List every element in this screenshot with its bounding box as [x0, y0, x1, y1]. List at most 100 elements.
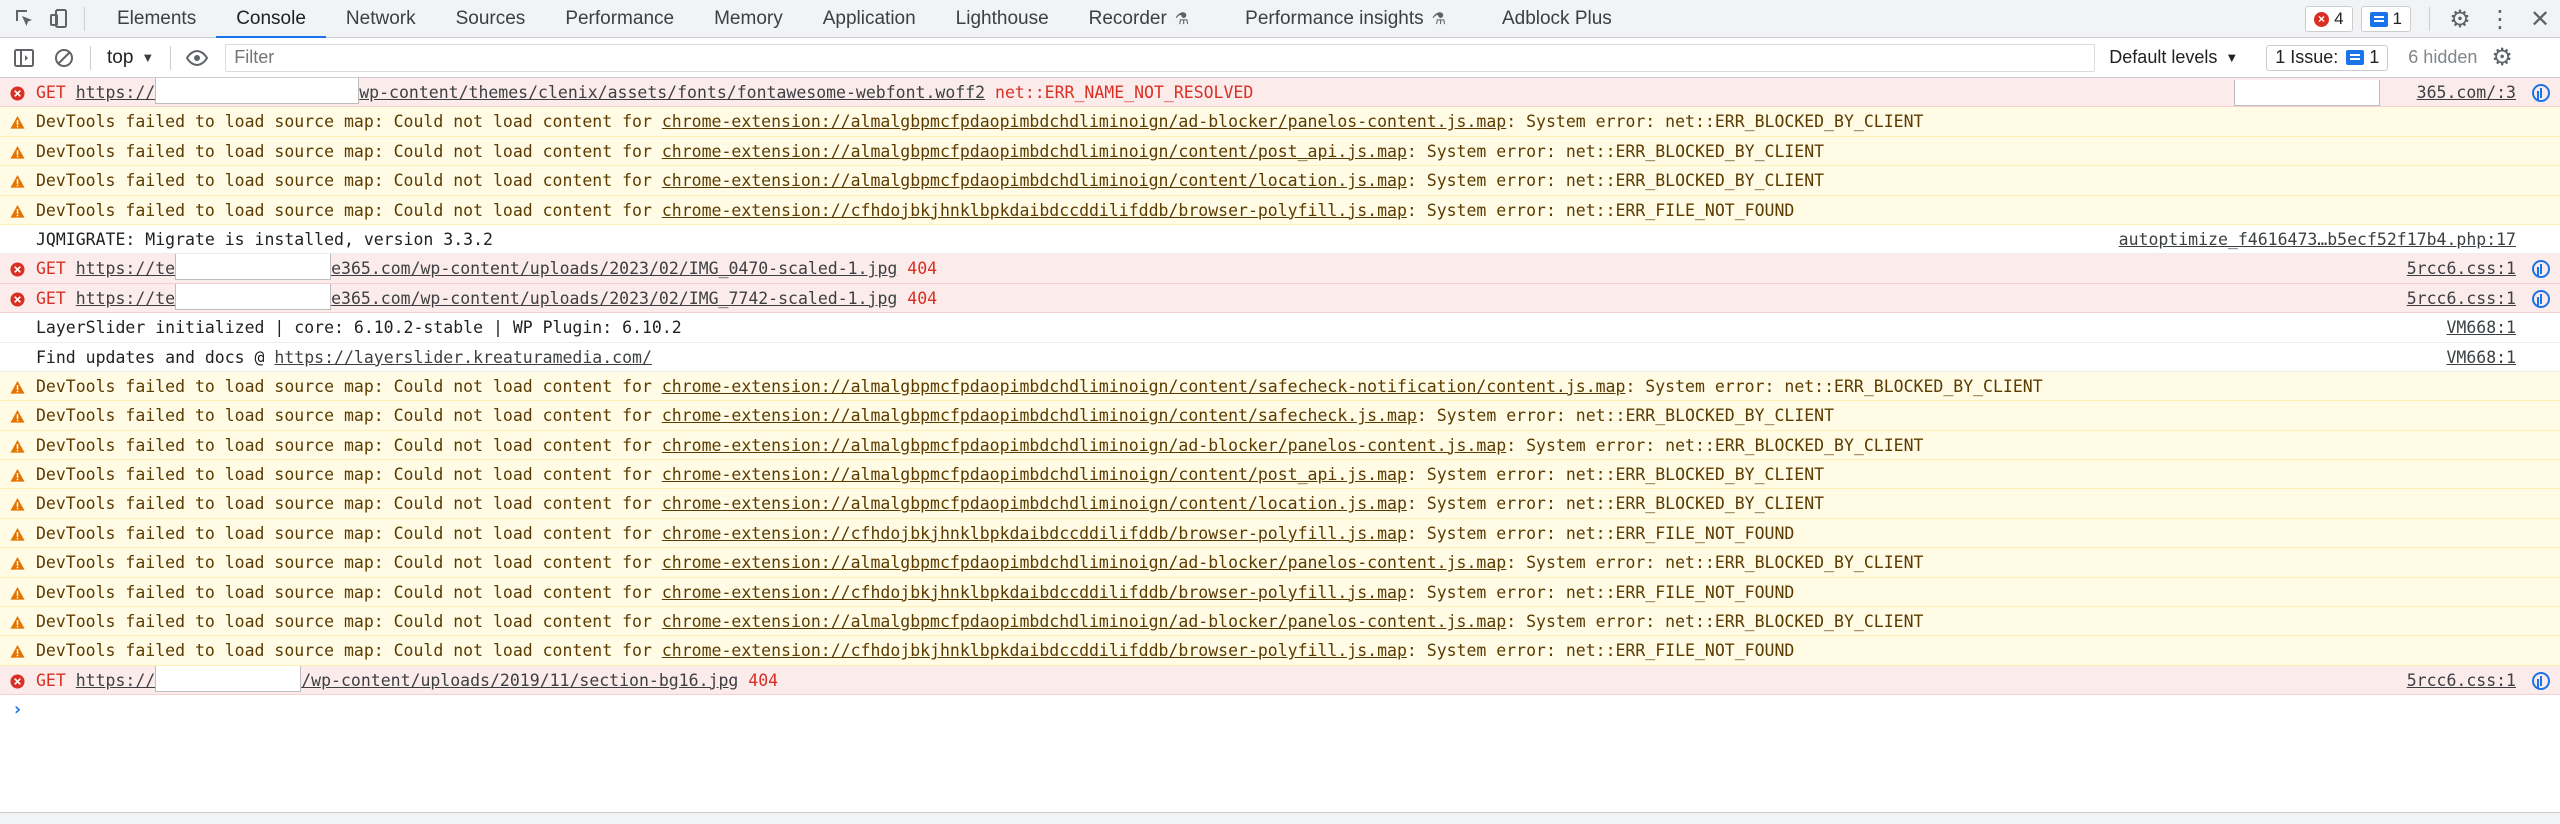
more-options-icon[interactable]: ⋮	[2480, 0, 2520, 38]
message-link[interactable]: chrome-extension://almalgbpmcfpdaopimbdc…	[662, 494, 1407, 513]
tab-sources[interactable]: Sources	[436, 0, 546, 38]
console-message-warning[interactable]: DevTools failed to load source map: Coul…	[0, 548, 2560, 578]
error-count-badge[interactable]: × 4	[2305, 6, 2353, 32]
show-sidebar-icon[interactable]	[4, 38, 44, 78]
message-link[interactable]: chrome-extension://almalgbpmcfpdaopimbdc…	[662, 406, 1417, 425]
inspect-element-icon[interactable]	[8, 2, 42, 36]
source-link[interactable]: 5rcc6.css:1	[2407, 666, 2516, 695]
tab-adblock-plus[interactable]: Adblock Plus	[1466, 0, 1632, 38]
clear-console-icon[interactable]	[44, 38, 84, 78]
console-message-warning[interactable]: DevTools failed to load source map: Coul…	[0, 371, 2560, 402]
console-message-info[interactable]: JQMIGRATE: Migrate is installed, version…	[0, 224, 2560, 255]
close-icon[interactable]: ✕	[2520, 0, 2560, 38]
message-link[interactable]: chrome-extension://almalgbpmcfpdaopimbdc…	[662, 142, 1407, 161]
message-suffix: : System error: net::ERR_BLOCKED_BY_CLIE…	[1406, 494, 1825, 514]
log-levels-dropdown[interactable]: Default levels ▼	[2109, 47, 2238, 68]
message-link[interactable]: chrome-extension://cfhdojbkjhnklbpkdaibd…	[662, 641, 1407, 660]
message-prefix: GET	[36, 670, 76, 690]
issues-button[interactable]: 1 Issue: 1	[2266, 44, 2389, 71]
live-expression-eye-icon[interactable]	[177, 38, 217, 78]
source-link[interactable]: 365.com/:3	[2417, 78, 2516, 107]
warning-icon	[10, 380, 25, 394]
tab-elements[interactable]: Elements	[97, 0, 216, 38]
message-suffix: : System error: net::ERR_BLOCKED_BY_CLIE…	[1506, 435, 1924, 455]
source-link[interactable]: 5rcc6.css:1	[2407, 254, 2516, 283]
message-body: LayerSlider initialized | core: 6.10.2-s…	[36, 318, 682, 338]
tab-console[interactable]: Console	[216, 0, 326, 39]
message-prefix: GET	[36, 259, 76, 279]
message-link[interactable]: chrome-extension://almalgbpmcfpdaopimbdc…	[662, 553, 1506, 572]
message-count-badge[interactable]: 1	[2360, 6, 2411, 32]
tab-network[interactable]: Network	[326, 0, 436, 38]
console-message-info[interactable]: LayerSlider initialized | core: 6.10.2-s…	[0, 313, 2560, 343]
source-link[interactable]: VM668:1	[2446, 313, 2516, 342]
message-link[interactable]: https://layerslider.kreaturamedia.com/	[274, 348, 652, 367]
network-request-icon[interactable]	[2532, 260, 2550, 279]
network-request-icon[interactable]	[2532, 289, 2550, 308]
tab-memory[interactable]: Memory	[694, 0, 803, 38]
message-link[interactable]: chrome-extension://cfhdojbkjhnklbpkdaibd…	[662, 583, 1407, 602]
request-url-end[interactable]: e365.com/wp-content/uploads/2023/02/IMG_…	[331, 289, 897, 308]
tab-performance[interactable]: Performance	[545, 0, 694, 38]
request-url-end[interactable]: e365.com/wp-content/uploads/2023/02/IMG_…	[331, 259, 897, 278]
tab-recorder[interactable]: Recorder ⚗	[1069, 0, 1210, 38]
filter-input[interactable]	[225, 43, 2096, 72]
request-url-end[interactable]: wp-content/themes/clenix/assets/fonts/fo…	[359, 83, 985, 102]
console-message-info[interactable]: Find updates and docs @ https://layersli…	[0, 342, 2560, 372]
network-request-icon[interactable]	[2532, 84, 2550, 102]
network-request-icon[interactable]	[2532, 671, 2550, 690]
message-link[interactable]: chrome-extension://almalgbpmcfpdaopimbdc…	[662, 112, 1506, 131]
redacted-region	[155, 78, 360, 104]
request-url-start[interactable]: https://te	[76, 259, 175, 278]
request-url-start[interactable]: https://te	[76, 289, 175, 308]
console-message-error[interactable]: GET https:// /wp-content/uploads/2019/11/…	[0, 665, 2560, 696]
source-link[interactable]: VM668:1	[2446, 343, 2516, 372]
request-url-end[interactable]: /wp-content/uploads/2019/11/section-bg16…	[301, 671, 738, 690]
console-prompt[interactable]: ›	[0, 695, 2560, 725]
settings-gear-icon[interactable]: ⚙	[2440, 0, 2480, 38]
console-message-error[interactable]: GET https:// wp-content/themes/clenix/ass…	[0, 78, 2560, 108]
console-message-warning[interactable]: DevTools failed to load source map: Coul…	[0, 166, 2560, 196]
source-link[interactable]: 5rcc6.css:1	[2407, 284, 2516, 313]
request-url-start[interactable]: https://	[76, 83, 155, 102]
message-link[interactable]: chrome-extension://almalgbpmcfpdaopimbdc…	[662, 171, 1407, 190]
message-link[interactable]: chrome-extension://cfhdojbkjhnklbpkdaibd…	[662, 201, 1407, 220]
message-text: DevTools failed to load source map: Coul…	[36, 137, 1824, 166]
warning-icon	[10, 439, 25, 453]
console-settings-gear-icon[interactable]: ⚙	[2491, 43, 2513, 72]
console-message-error[interactable]: GET https://te e365.com/wp-content/upload…	[0, 283, 2560, 314]
console-message-warning[interactable]: DevTools failed to load source map: Coul…	[0, 577, 2560, 608]
console-message-warning[interactable]: DevTools failed to load source map: Coul…	[0, 430, 2560, 461]
context-selector[interactable]: top ▼	[97, 47, 164, 69]
message-prefix: DevTools failed to load source map: Coul…	[36, 435, 662, 455]
console-message-warning[interactable]: DevTools failed to load source map: Coul…	[0, 607, 2560, 637]
console-message-warning[interactable]: DevTools failed to load source map: Coul…	[0, 195, 2560, 225]
console-message-warning[interactable]: DevTools failed to load source map: Coul…	[0, 489, 2560, 519]
console-message-warning[interactable]: DevTools failed to load source map: Coul…	[0, 107, 2560, 137]
message-link[interactable]: chrome-extension://almalgbpmcfpdaopimbdc…	[662, 612, 1506, 631]
console-message-warning[interactable]: DevTools failed to load source map: Coul…	[0, 401, 2560, 431]
tab-performance-insights[interactable]: Performance insights ⚗	[1209, 0, 1466, 38]
console-message-warning[interactable]: DevTools failed to load source map: Coul…	[0, 460, 2560, 490]
console-message-error[interactable]: GET https://te e365.com/wp-content/upload…	[0, 254, 2560, 284]
message-suffix: : System error: net::ERR_BLOCKED_BY_CLIE…	[1416, 406, 1835, 426]
warning-icon	[10, 527, 25, 541]
console-messages: GET https:// wp-content/themes/clenix/ass…	[0, 78, 2560, 810]
console-message-warning[interactable]: DevTools failed to load source map: Coul…	[0, 636, 2560, 666]
console-message-warning[interactable]: DevTools failed to load source map: Coul…	[0, 518, 2560, 549]
redacted-region	[155, 665, 302, 692]
source-link[interactable]: autoptimize_f4616473…b5ecf52f17b4.php:17	[2119, 225, 2516, 254]
message-link[interactable]: chrome-extension://almalgbpmcfpdaopimbdc…	[662, 377, 1626, 396]
tab-lighthouse[interactable]: Lighthouse	[936, 0, 1069, 38]
message-link[interactable]: chrome-extension://almalgbpmcfpdaopimbdc…	[662, 436, 1506, 455]
tab-application[interactable]: Application	[803, 0, 936, 38]
device-toolbar-icon[interactable]	[42, 2, 76, 36]
error-icon	[10, 674, 25, 689]
console-message-warning[interactable]: DevTools failed to load source map: Coul…	[0, 136, 2560, 167]
request-url-start[interactable]: https://	[76, 671, 155, 690]
message-link[interactable]: chrome-extension://cfhdojbkjhnklbpkdaibd…	[662, 524, 1407, 543]
warning-icon	[10, 145, 25, 159]
message-text: Find updates and docs @ https://layersli…	[36, 343, 652, 372]
message-link[interactable]: chrome-extension://almalgbpmcfpdaopimbdc…	[662, 465, 1407, 484]
message-prefix: GET	[36, 288, 76, 308]
